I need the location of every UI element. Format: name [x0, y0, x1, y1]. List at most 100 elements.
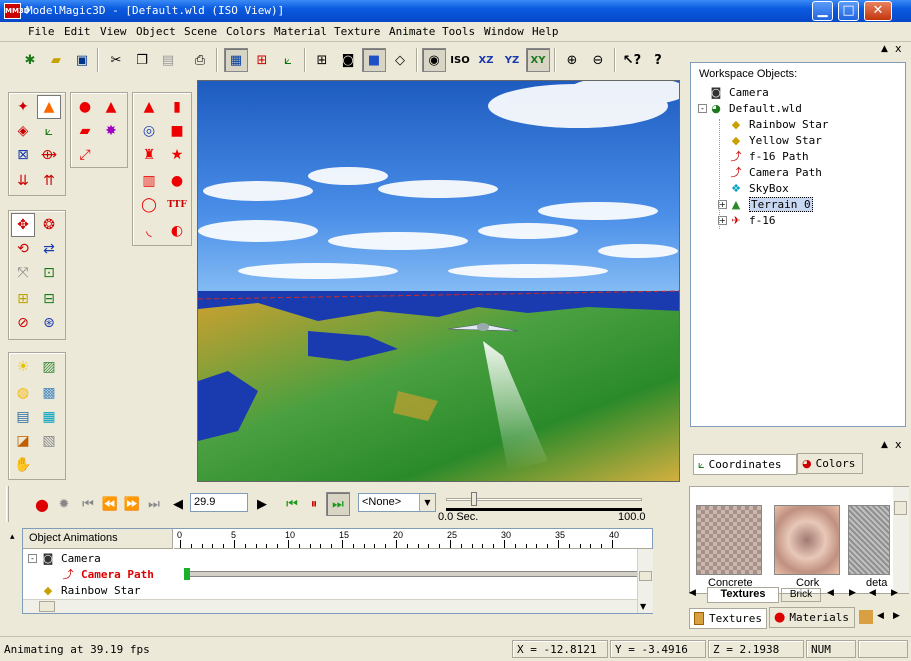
- timeline-scroll-thumb[interactable]: [639, 571, 652, 581]
- iso-view-button[interactable]: ISO: [448, 48, 472, 72]
- bottom-tab-next-icon[interactable]: ▶: [893, 611, 900, 621]
- cylinder-icon[interactable]: ▮: [165, 95, 189, 119]
- app-icon[interactable]: MM3D: [4, 3, 30, 19]
- solid-view-icon[interactable]: ■: [362, 48, 386, 72]
- maximize-button[interactable]: □: [838, 1, 859, 21]
- water-icon[interactable]: ▤: [11, 405, 35, 429]
- menu-window[interactable]: Window: [484, 25, 524, 38]
- animation-select[interactable]: <None> ▼: [358, 493, 436, 512]
- tab-scroll-left-icon[interactable]: ◀: [689, 588, 703, 602]
- new-icon[interactable]: ✱: [18, 48, 42, 72]
- tab-colors[interactable]: ◕ Colors: [797, 453, 863, 474]
- timeline-row[interactable]: - ◙ Camera: [28, 551, 101, 566]
- line-icon[interactable]: ⤢: [73, 143, 97, 167]
- timeline-row[interactable]: ◆ Rainbow Star: [41, 583, 141, 598]
- grid-icon[interactable]: ▦: [224, 48, 248, 72]
- panel-pin-icon[interactable]: ▲: [881, 440, 888, 450]
- timeline-track[interactable]: [187, 571, 638, 577]
- yz-view-button[interactable]: YZ: [500, 48, 524, 72]
- tab-coordinates[interactable]: ⟀ Coordinates: [693, 454, 797, 475]
- landscape-icon[interactable]: ▨: [37, 355, 61, 379]
- menu-file[interactable]: File: [28, 25, 55, 38]
- xz-view-button[interactable]: XZ: [474, 48, 498, 72]
- bottom-tab-prev-icon[interactable]: ◀: [877, 611, 884, 621]
- parallelogram-icon[interactable]: ▰: [73, 119, 97, 143]
- circle-icon[interactable]: ●: [73, 95, 97, 119]
- background-icon[interactable]: ◪: [11, 429, 35, 453]
- lift-icon[interactable]: ⇈: [37, 169, 61, 193]
- tree-item[interactable]: - ◕ Default.wld: [698, 101, 802, 116]
- context-help-icon[interactable]: ↖?: [620, 48, 644, 72]
- x-scale-icon[interactable]: ⊡: [37, 261, 61, 285]
- light-sun-icon[interactable]: ☀: [11, 355, 35, 379]
- collapse-icon[interactable]: -: [28, 554, 37, 563]
- terrain-tool-icon[interactable]: ▧: [37, 429, 61, 453]
- record-icon[interactable]: ●: [30, 492, 54, 516]
- z-scale-icon[interactable]: ⊟: [37, 287, 61, 311]
- triangle-icon[interactable]: ▲: [99, 95, 123, 119]
- tab-textures[interactable]: Textures: [689, 608, 767, 629]
- texture-scrollbar[interactable]: [893, 487, 909, 593]
- cone-icon[interactable]: ▲: [137, 95, 161, 119]
- light-bulb-icon[interactable]: ◍: [11, 381, 35, 405]
- hand-tool-icon[interactable]: ✋: [11, 453, 35, 477]
- sky-icon[interactable]: ▩: [37, 381, 61, 405]
- zoom-out-icon[interactable]: ⊖: [586, 48, 610, 72]
- play-reverse-icon[interactable]: ⏮: [280, 492, 304, 516]
- mirror-icon[interactable]: ⇄: [37, 237, 61, 261]
- panel-close-button[interactable]: x: [895, 42, 909, 56]
- paste-icon[interactable]: ▤: [156, 48, 180, 72]
- cut-icon[interactable]: ✂: [104, 48, 128, 72]
- gallery-prev-icon[interactable]: ◀: [869, 588, 876, 598]
- snap-grid-icon[interactable]: ⊞: [250, 48, 274, 72]
- lathe-icon[interactable]: ♜: [137, 143, 161, 167]
- cube-icon[interactable]: ■: [165, 119, 189, 143]
- extrude-icon[interactable]: ▥: [137, 169, 161, 193]
- close-button[interactable]: ✕: [864, 1, 892, 21]
- drop-icon[interactable]: ⇊: [11, 169, 35, 193]
- 3d-viewport[interactable]: [197, 80, 680, 482]
- tree-item[interactable]: + ✈ f-16: [718, 213, 776, 228]
- scale-icon[interactable]: ◈: [11, 119, 35, 143]
- timeline-hscroll-thumb[interactable]: [39, 601, 55, 612]
- tree-item[interactable]: ❖ SkyBox: [729, 181, 789, 196]
- eye-view-icon[interactable]: ◉: [422, 48, 446, 72]
- wireframe-view-icon[interactable]: ◇: [388, 48, 412, 72]
- menu-texture[interactable]: Texture: [334, 25, 380, 38]
- menu-edit[interactable]: Edit: [64, 25, 91, 38]
- ball-icon[interactable]: ●: [165, 169, 189, 193]
- help-icon[interactable]: ?: [646, 48, 670, 72]
- zoom-in-icon[interactable]: ⊕: [560, 48, 584, 72]
- y-scale-icon[interactable]: ⊞: [11, 287, 35, 311]
- xy-view-button[interactable]: XY: [526, 48, 550, 72]
- go-start-icon[interactable]: ⏮: [76, 492, 100, 516]
- menu-material[interactable]: Material: [274, 25, 327, 38]
- texture-scroll-thumb[interactable]: [894, 501, 907, 515]
- tab-brick-category[interactable]: Brick: [781, 588, 821, 602]
- four-views-icon[interactable]: ⊞: [310, 48, 334, 72]
- frame-input[interactable]: 29.9: [190, 493, 248, 512]
- partial-torus-icon[interactable]: ◐: [165, 219, 189, 243]
- menu-colors[interactable]: Colors: [226, 25, 266, 38]
- fog-icon[interactable]: ▦: [37, 405, 61, 429]
- tab-materials[interactable]: ● Materials: [769, 607, 855, 628]
- tree-item[interactable]: ◆ Rainbow Star: [729, 117, 829, 132]
- object-animations-table[interactable]: Object Animations 0 5 10 15 20 25 30 35 40 - ◙ Cam…: [22, 528, 653, 614]
- panel-pin-icon[interactable]: ▲: [881, 44, 895, 56]
- fast-forward-icon[interactable]: ⏩: [120, 492, 144, 516]
- camera-view-icon[interactable]: ◙: [336, 48, 360, 72]
- rotate-icon[interactable]: ✥: [11, 213, 35, 237]
- open-icon[interactable]: ▰: [44, 48, 68, 72]
- texture-swatch-concrete[interactable]: [696, 505, 762, 575]
- tree-item[interactable]: ◙ Camera: [709, 85, 769, 100]
- menu-object[interactable]: Object: [136, 25, 176, 38]
- texture-swatch-deta[interactable]: [848, 505, 890, 575]
- menu-view[interactable]: View: [100, 25, 127, 38]
- rotate-axis-icon[interactable]: ⟴: [37, 143, 61, 167]
- tab-textures-category[interactable]: Textures: [707, 587, 779, 603]
- text-3d-icon[interactable]: TTF: [165, 193, 189, 217]
- timeline-vscrollbar[interactable]: ▼: [637, 549, 653, 613]
- spin-icon[interactable]: ❂: [37, 213, 61, 237]
- menu-scene[interactable]: Scene: [184, 25, 217, 38]
- tree-item[interactable]: ⤴ Camera Path: [729, 165, 822, 180]
